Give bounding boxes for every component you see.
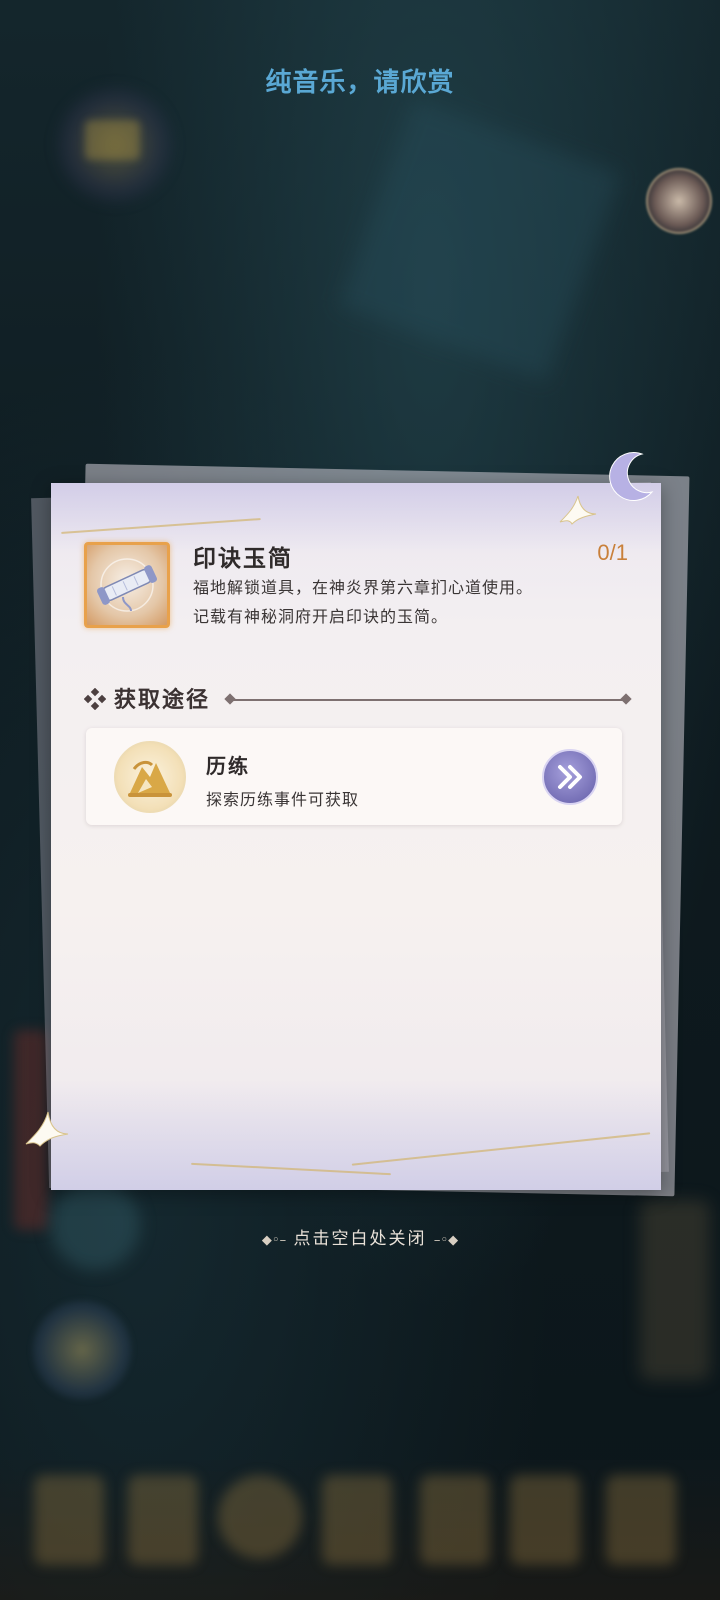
close-hint-ornament-right: –◦◆: [433, 1233, 459, 1248]
source-description: 探索历练事件可获取: [206, 790, 360, 809]
background-nav-tab: [606, 1475, 676, 1565]
background-nav-tab: [510, 1475, 580, 1565]
item-description: 福地解锁道具，在神炎界第六章扪心道使用。 记载有神秘洞府开启印诀的玉简。: [193, 573, 533, 631]
item-description-line: 福地解锁道具，在神炎界第六章扪心道使用。: [193, 578, 534, 597]
double-chevron-right-icon: [558, 765, 582, 789]
screen-root[interactable]: 纯音乐，请欣赏 印诀玉简 0/1 福地解锁道具，在神炎界第六章扪心道使用。 记载…: [0, 0, 720, 1600]
acquire-section-title: 获取途径: [114, 687, 211, 713]
close-hint[interactable]: ◆◦– 点击空白处关闭 –◦◆: [0, 1224, 720, 1249]
background-avatar: [646, 168, 712, 234]
item-icon-frame: [84, 542, 170, 628]
source-title: 历练: [206, 754, 250, 778]
acquire-section-header: 获取途径: [84, 682, 632, 716]
background-diamond-shape: [339, 99, 621, 381]
bird-ornament-icon: [25, 1111, 69, 1147]
background-nav-tab: [322, 1475, 392, 1565]
jade-scroll-icon: [96, 558, 158, 612]
music-notice: 纯音乐，请欣赏: [265, 68, 455, 98]
background-nav-tab: [128, 1475, 198, 1565]
section-divider: [230, 699, 626, 701]
divider-end-dot: [224, 693, 236, 705]
mountain-training-glyph: [128, 760, 172, 797]
item-owned-count: 0/1: [597, 540, 628, 565]
mountain-training-icon: [114, 741, 186, 813]
close-hint-ornament-left: ◆◦–: [261, 1233, 287, 1248]
item-name: 印诀玉简: [193, 545, 293, 572]
background-nav-tab: [218, 1475, 302, 1559]
background-emblem-center: [85, 120, 140, 160]
go-to-source-button[interactable]: [542, 749, 598, 805]
acquire-source-card[interactable]: 历练 探索历练事件可获取: [86, 728, 622, 825]
background-nav-tab: [34, 1475, 104, 1565]
background-nav-tab: [420, 1475, 490, 1565]
diamond-cluster-icon: [84, 688, 106, 710]
panel-wave-bottom: [51, 1080, 661, 1190]
crescent-moon-icon: [609, 452, 654, 501]
background-bottom-emblem: [32, 1300, 132, 1400]
bird-ornament-icon: [559, 495, 597, 525]
close-hint-text: 点击空白处关闭: [293, 1229, 427, 1249]
item-description-line: 记载有神秘洞府开启印诀的玉简。: [193, 607, 449, 626]
